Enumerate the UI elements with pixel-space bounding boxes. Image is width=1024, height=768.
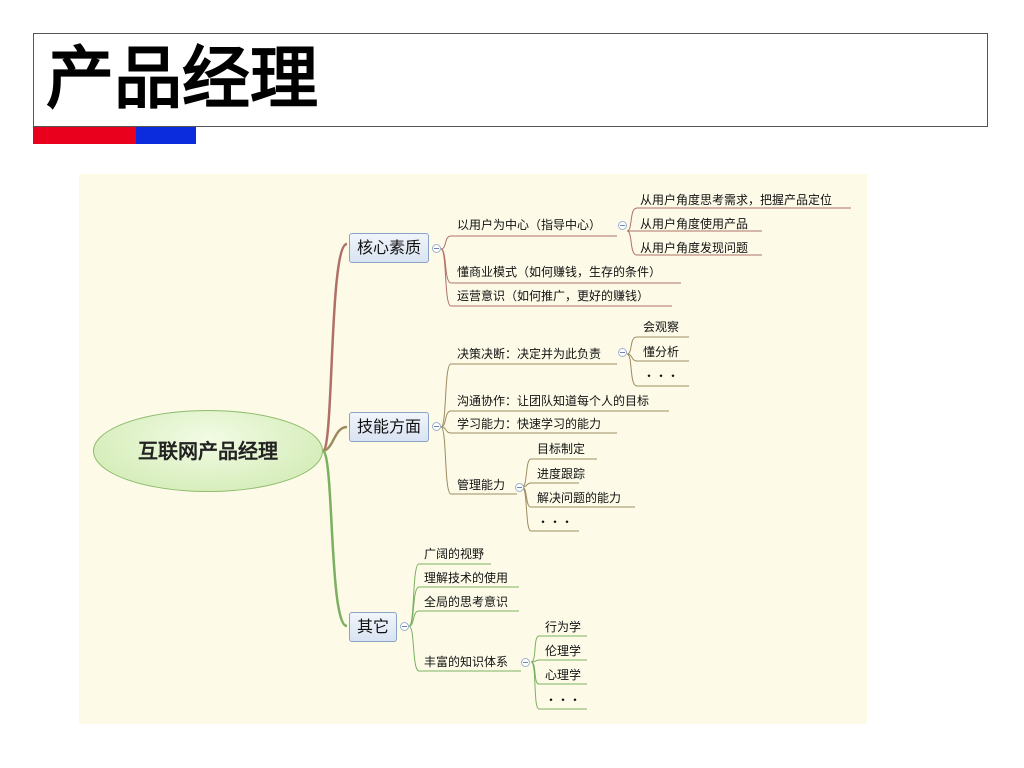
leaf-node[interactable]: ・・・ xyxy=(545,693,581,707)
node-operations-awareness[interactable]: 运营意识（如何推广，更好的赚钱） xyxy=(457,289,649,303)
red-accent-bar xyxy=(33,127,136,144)
collapse-icon[interactable] xyxy=(515,483,524,492)
blue-accent-bar xyxy=(136,127,196,144)
node-management[interactable]: 管理能力 xyxy=(457,478,505,492)
connector-root-other xyxy=(321,449,348,628)
collapse-icon[interactable] xyxy=(432,422,441,431)
node-decision-making[interactable]: 决策决断：决定并为此负责 xyxy=(457,347,601,361)
connector-root-core xyxy=(321,242,348,453)
node-broad-vision[interactable]: 广阔的视野 xyxy=(424,547,484,561)
connectors-other xyxy=(408,563,587,710)
collapse-icon[interactable] xyxy=(400,622,409,631)
branch-core-qualities[interactable]: 核心素质 xyxy=(349,233,429,263)
collapse-icon[interactable] xyxy=(432,244,441,253)
root-node[interactable]: 互联网产品经理 xyxy=(93,410,323,492)
leaf-node[interactable]: 伦理学 xyxy=(545,644,581,658)
leaf-node[interactable]: 进度跟踪 xyxy=(537,467,585,481)
page-title: 产品经理 xyxy=(46,40,319,119)
node-business-model[interactable]: 懂商业模式（如何赚钱，生存的条件） xyxy=(457,265,661,279)
leaf-node[interactable]: 目标制定 xyxy=(537,442,585,456)
node-user-centric[interactable]: 以用户为中心（指导中心） xyxy=(457,218,601,232)
branch-skills[interactable]: 技能方面 xyxy=(349,412,429,442)
node-global-thinking[interactable]: 全局的思考意识 xyxy=(424,595,508,609)
leaf-node[interactable]: ・・・ xyxy=(643,369,679,383)
leaf-node[interactable]: 从用户角度思考需求，把握产品定位 xyxy=(640,193,832,207)
title-box: 产品经理 xyxy=(33,33,988,127)
leaf-node[interactable]: 会观察 xyxy=(643,320,679,334)
leaf-node[interactable]: 懂分析 xyxy=(643,345,679,359)
leaf-node[interactable]: 心理学 xyxy=(545,668,581,682)
mindmap-canvas: 互联网产品经理 核心素质 以用户为中心（指导中心） 从用户角度思考需求，把握产品… xyxy=(79,174,867,724)
collapse-icon[interactable] xyxy=(618,221,627,230)
leaf-node[interactable]: 行为学 xyxy=(545,620,581,634)
branch-other[interactable]: 其它 xyxy=(349,612,397,642)
leaf-node[interactable]: ・・・ xyxy=(537,515,573,529)
collapse-icon[interactable] xyxy=(521,658,530,667)
node-learning[interactable]: 学习能力：快速学习的能力 xyxy=(457,417,601,431)
collapse-icon[interactable] xyxy=(618,348,627,357)
node-tech-understanding[interactable]: 理解技术的使用 xyxy=(424,571,508,585)
leaf-node[interactable]: 从用户角度发现问题 xyxy=(640,241,748,255)
leaf-node[interactable]: 从用户角度使用产品 xyxy=(640,217,748,231)
leaf-node[interactable]: 解决问题的能力 xyxy=(537,491,621,505)
node-communication[interactable]: 沟通协作：让团队知道每个人的目标 xyxy=(457,394,649,408)
node-knowledge-system[interactable]: 丰富的知识体系 xyxy=(424,655,508,669)
